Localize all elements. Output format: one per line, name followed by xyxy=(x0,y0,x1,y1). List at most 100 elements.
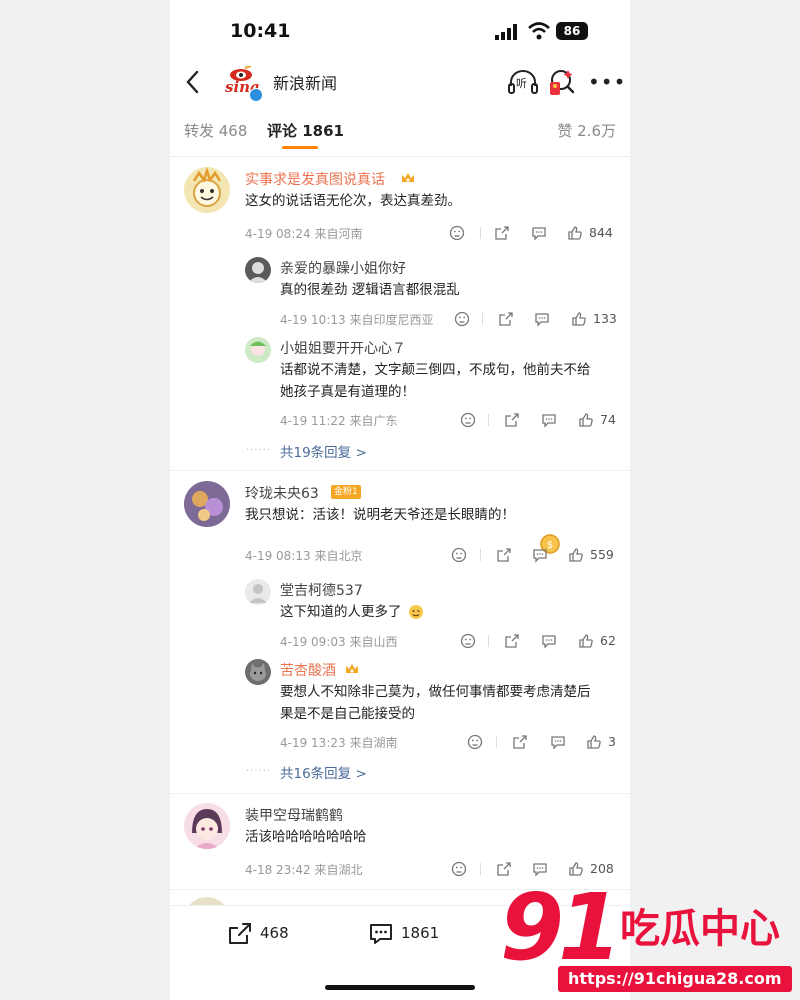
like-icon[interactable] xyxy=(578,633,594,649)
reply-text-line: 果是不是自己能接受的 xyxy=(280,706,415,722)
reply-icon[interactable] xyxy=(532,547,548,563)
phone-screen: 10:41 86 sina 新浪新闻 听 ••• 转发 468 评论 1861 … xyxy=(170,0,630,1000)
action-divider xyxy=(488,414,489,426)
back-icon[interactable] xyxy=(180,68,206,96)
dislike-face-icon[interactable] xyxy=(449,225,465,241)
dislike-face-icon[interactable] xyxy=(454,311,470,327)
reply-icon[interactable] xyxy=(531,225,547,241)
avatar[interactable] xyxy=(184,167,230,213)
emoji-icon xyxy=(409,605,423,619)
action-divider xyxy=(480,863,481,875)
avatar[interactable] xyxy=(184,481,230,527)
reply-text: 这下知道的人更多了 xyxy=(280,604,402,620)
reply-username[interactable]: 苦杏酸酒 xyxy=(280,660,336,680)
share-icon[interactable] xyxy=(504,633,520,649)
dislike-face-icon[interactable] xyxy=(460,412,476,428)
like-count: 133 xyxy=(593,311,617,326)
reply-username[interactable]: 小姐姐要开开心心７ xyxy=(280,338,406,358)
account-name[interactable]: 新浪新闻 xyxy=(273,70,337,94)
action-divider xyxy=(496,736,497,748)
comment-separator xyxy=(170,793,630,794)
reply-avatar[interactable] xyxy=(245,257,271,283)
reply-meta: 4-19 10:13 来自印度尼西亚 xyxy=(280,313,434,327)
username[interactable]: 实事求是发真图说真话 xyxy=(245,169,385,189)
listen-label: 听 xyxy=(516,77,527,90)
repost-icon[interactable] xyxy=(227,922,253,946)
like-icon[interactable] xyxy=(568,547,584,563)
crown-badge-icon xyxy=(402,173,414,182)
reply-meta: 4-19 09:03 来自山西 xyxy=(280,635,398,649)
comment-meta: 4-19 08:24 来自河南 xyxy=(245,227,363,241)
more-icon[interactable]: ••• xyxy=(588,72,626,92)
like-count: 62 xyxy=(600,633,616,648)
status-bar: 10:41 86 xyxy=(170,0,630,60)
reply-avatar[interactable] xyxy=(245,579,271,605)
like-icon[interactable] xyxy=(578,412,594,428)
reply-meta: 4-19 11:22 来自广东 xyxy=(280,414,398,428)
comment-tabs: 转发 468 评论 1861 赞 2.6万 xyxy=(170,104,630,157)
tab-repost[interactable]: 转发 468 xyxy=(184,120,247,141)
like-icon[interactable] xyxy=(571,311,587,327)
reply-text: 真的很差劲 逻辑语言都很混乱 xyxy=(280,282,460,298)
verified-icon xyxy=(249,88,263,102)
reply-username[interactable]: 亲爱的暴躁小姐你好 xyxy=(280,258,406,278)
red-packet-search-icon[interactable] xyxy=(548,68,576,96)
comment-list: 实事求是发真图说真话 这女的说话语无伦次，表达真差劲。 4-19 08:24 来… xyxy=(170,157,630,905)
more-replies-link[interactable]: 共16条回复 > xyxy=(280,762,367,782)
like-count: 74 xyxy=(600,412,616,427)
share-icon[interactable] xyxy=(496,547,512,563)
comment-separator xyxy=(170,470,630,471)
avatar[interactable] xyxy=(184,803,230,849)
repost-count[interactable]: 468 xyxy=(260,924,289,942)
comment-count[interactable]: 1861 xyxy=(401,924,439,942)
replies-dots: ······ xyxy=(246,766,272,777)
replies-dots: ······ xyxy=(246,445,272,456)
reply-icon[interactable] xyxy=(550,734,566,750)
dislike-face-icon[interactable] xyxy=(460,633,476,649)
like-count: 559 xyxy=(590,547,614,562)
reply-text-line: 她孩子真是有道理的！ xyxy=(280,384,415,400)
action-divider xyxy=(482,313,483,325)
comment-text: 我只想说：活该！说明老天爷还是长眼睛的！ xyxy=(245,507,515,523)
reply-text-line: 话都说不清楚，文字颠三倒四，不成句，他前夫不给 xyxy=(280,362,591,378)
reply-icon[interactable] xyxy=(541,633,557,649)
tab-likes[interactable]: 赞 2.6万 xyxy=(557,120,616,141)
share-icon[interactable] xyxy=(504,412,520,428)
wifi-icon xyxy=(528,22,550,40)
reply-icon[interactable] xyxy=(534,311,550,327)
reply-username[interactable]: 堂吉柯德537 xyxy=(280,580,363,600)
tab-comments[interactable]: 评论 1861 xyxy=(267,120,344,141)
reply-icon[interactable] xyxy=(541,412,557,428)
dislike-face-icon[interactable] xyxy=(451,861,467,877)
like-icon[interactable] xyxy=(567,225,583,241)
username[interactable]: 装甲空母瑞鹤鹤 xyxy=(245,805,343,825)
reply-avatar[interactable] xyxy=(245,337,271,363)
share-icon[interactable] xyxy=(498,311,514,327)
reply-avatar[interactable] xyxy=(245,659,271,685)
comment-text: 活该哈哈哈哈哈哈哈 xyxy=(245,829,367,845)
watermark-title: 吃瓜中心 xyxy=(620,906,780,952)
username[interactable]: 玲珑未央63 xyxy=(245,483,319,503)
share-icon[interactable] xyxy=(512,734,528,750)
share-icon[interactable] xyxy=(494,225,510,241)
action-divider xyxy=(488,635,489,647)
more-replies-link[interactable]: 共19条回复 > xyxy=(280,441,367,461)
fan-badge: 金粉1 xyxy=(331,485,361,499)
like-icon[interactable] xyxy=(586,734,602,750)
action-divider xyxy=(480,549,481,561)
signal-icon xyxy=(495,24,517,40)
battery-icon: 86 xyxy=(556,22,588,40)
sina-logo[interactable]: sina xyxy=(225,66,263,102)
status-time: 10:41 xyxy=(230,20,291,42)
comment-meta: 4-19 08:13 来自北京 xyxy=(245,549,363,563)
reply-meta: 4-19 13:23 来自湖南 xyxy=(280,736,398,750)
headphones-icon[interactable]: 听 xyxy=(507,68,539,96)
comment-icon[interactable] xyxy=(368,922,394,946)
action-divider xyxy=(480,227,481,239)
nav-bar: sina 新浪新闻 听 ••• xyxy=(170,60,630,104)
dislike-face-icon[interactable] xyxy=(467,734,483,750)
tab-active-indicator xyxy=(282,146,318,149)
watermark-url: https://91chigua28.com xyxy=(558,966,792,992)
avatar-partial[interactable] xyxy=(184,897,230,905)
dislike-face-icon[interactable] xyxy=(451,547,467,563)
